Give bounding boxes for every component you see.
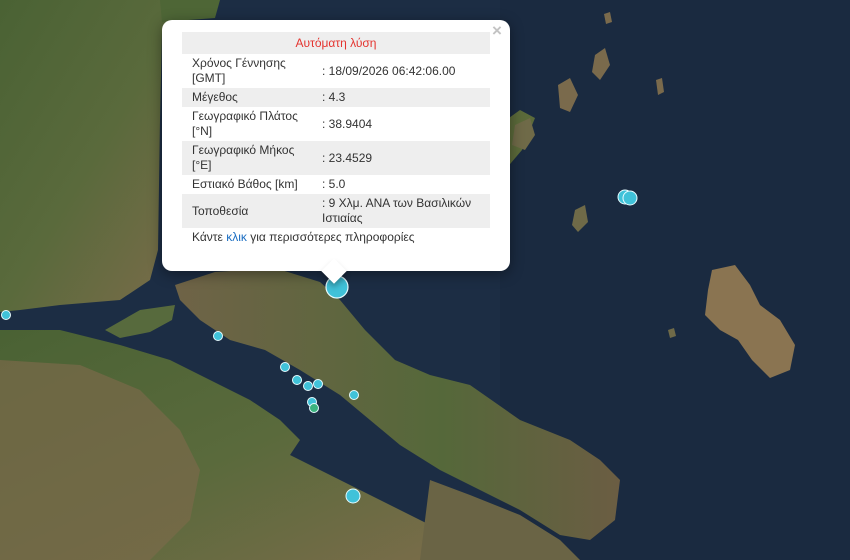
quake-marker[interactable] xyxy=(303,381,313,391)
table-row: Γεωγραφικό Πλάτος [°N] : 38.9404 xyxy=(182,107,490,141)
more-prefix: Κάντε xyxy=(192,230,227,244)
quake-marker[interactable] xyxy=(622,190,638,206)
earthquake-info-popup: × Αυτόματη λύση Χρόνος Γέννησης [GMT] : … xyxy=(162,20,510,284)
row-value: : 38.9404 xyxy=(322,116,373,131)
row-value: : 23.4529 xyxy=(312,141,490,175)
quake-marker[interactable] xyxy=(280,362,290,372)
popup-title-row: Αυτόματη λύση xyxy=(182,32,490,54)
quake-marker[interactable] xyxy=(313,379,323,389)
table-row: Τοποθεσία : 9 Χλμ. ΑΝΑ των Βασιλικών Ιστ… xyxy=(182,194,490,228)
table-row: Γεωγραφικό Μήκος [°E] : 23.4529 xyxy=(182,141,490,175)
table-row: Εστιακό Βάθος [km] : 5.0 xyxy=(182,175,490,194)
row-value: : 18/09/2026 06:42:06.00 xyxy=(322,63,456,78)
table-row: Μέγεθος : 4.3 xyxy=(182,88,490,107)
row-label: Μέγεθος xyxy=(182,88,312,107)
quake-marker[interactable] xyxy=(309,403,319,413)
row-value: : 9 Χλμ. ΑΝΑ των Βασιλικών Ιστιαίας xyxy=(312,194,490,228)
quake-marker[interactable] xyxy=(292,375,302,385)
popup-title: Αυτόματη λύση xyxy=(182,32,490,54)
row-value: : 4.3 xyxy=(312,88,490,107)
earthquake-info-table: Αυτόματη λύση Χρόνος Γέννησης [GMT] : 18… xyxy=(182,32,490,228)
row-value: : 5.0 xyxy=(322,177,346,191)
quake-marker[interactable] xyxy=(1,310,11,320)
quake-marker[interactable] xyxy=(213,331,223,341)
more-suffix: για περισσότερες πληροφορίες xyxy=(246,230,415,244)
row-label: Χρόνος Γέννησης [GMT] xyxy=(192,56,286,85)
row-label: Γεωγραφικό Πλάτος [°N] xyxy=(192,109,298,138)
row-label: Γεωγραφικό Μήκος [°E] xyxy=(182,141,312,175)
row-label: Τοποθεσία xyxy=(182,194,312,228)
row-label: Εστιακό Βάθος [km] xyxy=(192,177,298,191)
quake-marker[interactable] xyxy=(349,390,359,400)
more-info-text: Κάντε κλικ για περισσότερες πληροφορίες xyxy=(182,230,490,244)
quake-marker[interactable] xyxy=(345,488,361,504)
close-icon[interactable]: × xyxy=(490,22,504,40)
more-info-link[interactable]: κλικ xyxy=(226,230,247,244)
table-row: Χρόνος Γέννησης [GMT] : 18/09/2026 06:42… xyxy=(182,54,490,88)
